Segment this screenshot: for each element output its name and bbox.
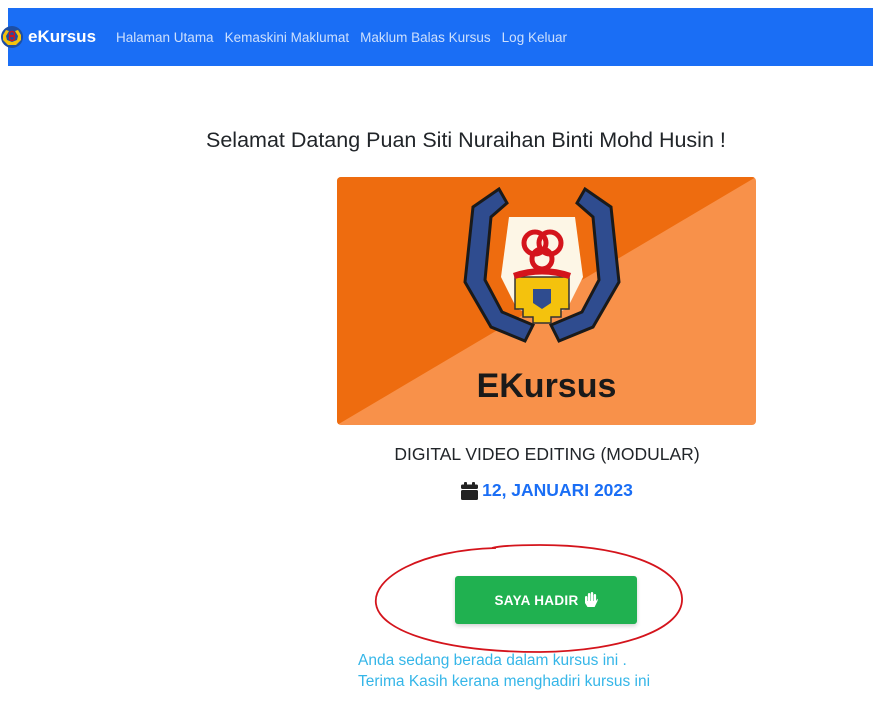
welcome-heading: Selamat Datang Puan Siti Nuraihan Binti … bbox=[206, 128, 726, 152]
status-message-line-2: Terima Kasih kerana menghadiri kursus in… bbox=[358, 673, 651, 690]
calendar-icon bbox=[461, 481, 479, 500]
course-date: 12, JANUARI 2023 bbox=[300, 480, 794, 501]
course-image: EKursus bbox=[337, 177, 756, 425]
ekursus-logo-icon bbox=[1, 26, 23, 48]
brand[interactable]: eKursus bbox=[0, 8, 116, 66]
hand-icon bbox=[584, 592, 598, 607]
status-message: Anda sedang berada dalam kursus ini . Te… bbox=[358, 650, 650, 692]
course-image-label: EKursus bbox=[477, 367, 617, 405]
brand-name: eKursus bbox=[28, 27, 97, 46]
navbar: eKursus Halaman Utama Kemaskini Maklumat… bbox=[1, 8, 873, 66]
course-date-text: 12, JANUARI 2023 bbox=[482, 480, 633, 500]
nav-link-maklum-balas-kursus[interactable]: Maklum Balas Kursus bbox=[360, 30, 491, 45]
saya-hadir-button[interactable]: SAYA HADIR bbox=[455, 576, 637, 624]
course-banner-graphic: EKursus bbox=[337, 177, 756, 425]
nav-link-kemaskini-maklumat[interactable]: Kemaskini Maklumat bbox=[225, 30, 350, 45]
saya-hadir-label: SAYA HADIR bbox=[494, 592, 579, 608]
nav-link-log-keluar[interactable]: Log Keluar bbox=[502, 30, 567, 45]
status-message-line-1: Anda sedang berada dalam kursus ini . bbox=[358, 652, 627, 669]
nav-link-halaman-utama[interactable]: Halaman Utama bbox=[116, 30, 214, 45]
course-title: DIGITAL VIDEO EDITING (MODULAR) bbox=[394, 444, 700, 464]
